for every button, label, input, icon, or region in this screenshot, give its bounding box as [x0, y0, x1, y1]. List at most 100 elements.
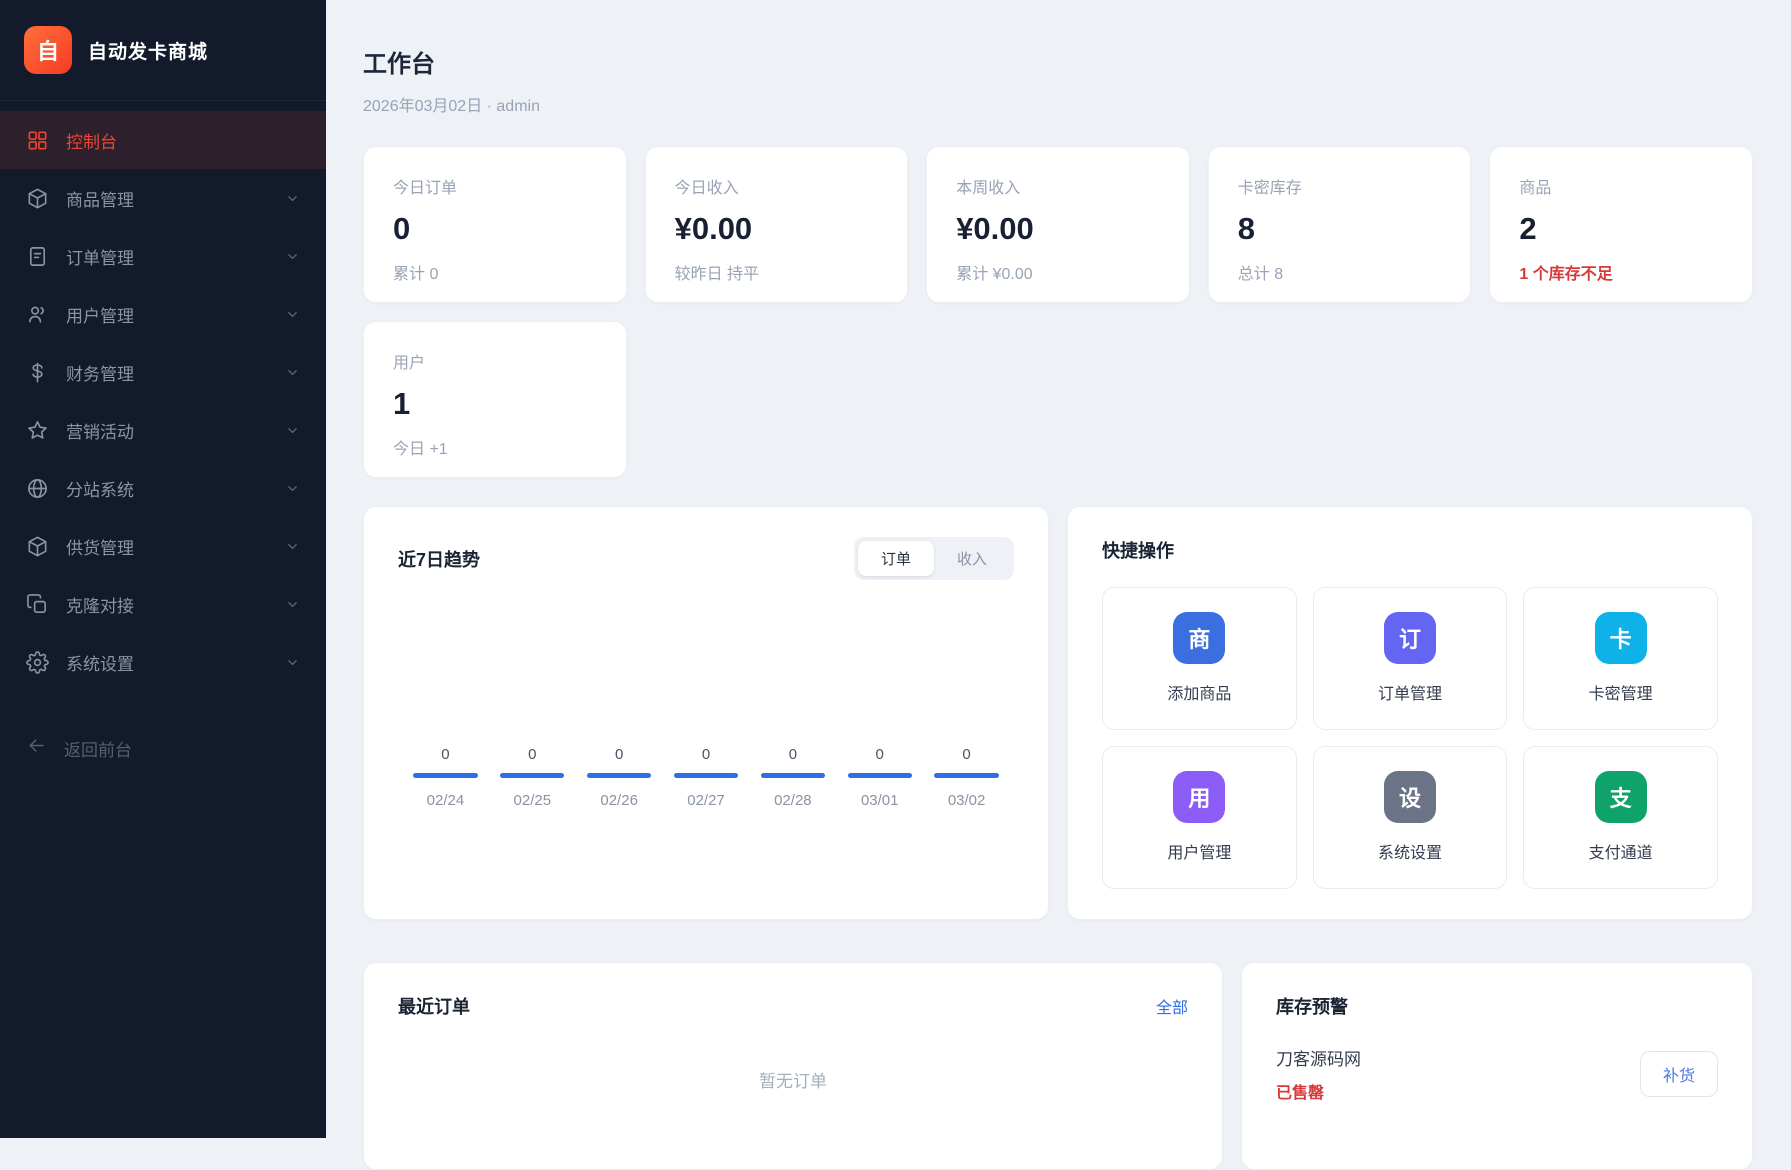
- chart-column: 0 03/02: [923, 746, 1010, 809]
- chart-date-label: 03/02: [948, 792, 986, 809]
- restock-button[interactable]: 补货: [1640, 1051, 1718, 1097]
- chevron-down-icon: [285, 481, 300, 496]
- quick-action-card-management[interactable]: 卡 卡密管理: [1523, 587, 1718, 730]
- stat-value: 8: [1238, 211, 1442, 247]
- dashboard-icon: [26, 129, 49, 152]
- trend-tab-income[interactable]: 收入: [934, 541, 1010, 576]
- sidebar-item-dashboard[interactable]: 控制台: [0, 111, 326, 169]
- payment-icon: 支: [1595, 771, 1647, 823]
- stat-label: 用户: [393, 349, 597, 373]
- chevron-down-icon: [285, 597, 300, 612]
- sidebar-item-subsites[interactable]: 分站系统: [0, 459, 326, 517]
- stat-label: 本周收入: [956, 174, 1160, 198]
- app-logo: 自: [24, 26, 72, 74]
- quick-action-label: 卡密管理: [1524, 680, 1717, 704]
- quick-action-user-management[interactable]: 用 用户管理: [1102, 746, 1297, 889]
- stat-label: 卡密库存: [1238, 174, 1442, 198]
- quick-action-label: 订单管理: [1314, 680, 1507, 704]
- gear-icon: [26, 651, 49, 674]
- stat-sub-low-stock-warning: 1 个库存不足: [1519, 260, 1723, 284]
- main-content: 工作台 2026年03月02日 · admin 今日订单 0 累计 0 今日收入…: [326, 0, 1791, 1138]
- chart-value-label: 0: [789, 746, 797, 763]
- stat-value: 2: [1519, 211, 1723, 247]
- chevron-down-icon: [285, 249, 300, 264]
- app-title: 自动发卡商城: [88, 37, 208, 64]
- chevron-down-icon: [285, 191, 300, 206]
- sidebar-item-label: 商品管理: [66, 186, 134, 211]
- chart-date-label: 02/27: [687, 792, 725, 809]
- chart-column: 0 02/25: [489, 746, 576, 809]
- stat-label: 今日订单: [393, 174, 597, 198]
- trend-panel: 近7日趋势 订单 收入 0 02/24 0 02/25 0: [363, 506, 1049, 920]
- chart-bar: [934, 773, 998, 778]
- sidebar-item-label: 用户管理: [66, 302, 134, 327]
- view-all-link[interactable]: 全部: [1156, 994, 1188, 1018]
- stock-alert-panel: 库存预警 刀客源码网 已售罄 补货: [1241, 962, 1753, 1170]
- stock-alert-item: 刀客源码网 已售罄 补货: [1276, 1045, 1718, 1103]
- sidebar-item-label: 供货管理: [66, 534, 134, 559]
- sidebar-item-label: 分站系统: [66, 476, 134, 501]
- sidebar-item-products[interactable]: 商品管理: [0, 169, 326, 227]
- quick-action-label: 添加商品: [1103, 680, 1296, 704]
- page-title: 工作台: [363, 44, 1753, 79]
- chart-date-label: 02/26: [600, 792, 638, 809]
- document-icon: [26, 245, 49, 268]
- chevron-down-icon: [285, 423, 300, 438]
- sidebar-item-label: 系统设置: [66, 650, 134, 675]
- page-subtitle: 2026年03月02日 · admin: [363, 92, 1753, 116]
- chart-column: 0 02/28: [749, 746, 836, 809]
- sidebar-item-label: 营销活动: [66, 418, 134, 443]
- copy-icon: [26, 593, 49, 616]
- chart-value-label: 0: [702, 746, 710, 763]
- chevron-down-icon: [285, 539, 300, 554]
- star-icon: [26, 419, 49, 442]
- chart-date-label: 02/28: [774, 792, 812, 809]
- empty-orders-text: 暂无订单: [398, 1019, 1188, 1139]
- trend-tab-orders[interactable]: 订单: [858, 541, 934, 576]
- chart-value-label: 0: [962, 746, 970, 763]
- sidebar-item-clone[interactable]: 克隆对接: [0, 575, 326, 633]
- chart-value-label: 0: [441, 746, 449, 763]
- sidebar-item-marketing[interactable]: 营销活动: [0, 401, 326, 459]
- stat-label: 商品: [1519, 174, 1723, 198]
- quick-action-order-management[interactable]: 订 订单管理: [1313, 587, 1508, 730]
- dollar-icon: [26, 361, 49, 384]
- stat-label: 今日收入: [675, 174, 879, 198]
- sidebar-item-users[interactable]: 用户管理: [0, 285, 326, 343]
- stat-sub: 累计 0: [393, 260, 597, 284]
- stat-card-products: 商品 2 1 个库存不足: [1489, 146, 1753, 303]
- quick-action-system-settings[interactable]: 设 系统设置: [1313, 746, 1508, 889]
- quick-actions-grid: 商 添加商品 订 订单管理 卡 卡密管理 用 用户管理 设 系统设置: [1102, 587, 1718, 889]
- chart-value-label: 0: [615, 746, 623, 763]
- quick-actions-panel: 快捷操作 商 添加商品 订 订单管理 卡 卡密管理 用 用户管理: [1067, 506, 1753, 920]
- cube-icon: [26, 535, 49, 558]
- sidebar-item-label: 控制台: [66, 128, 117, 153]
- chevron-down-icon: [285, 655, 300, 670]
- stat-card-today-orders: 今日订单 0 累计 0: [363, 146, 627, 303]
- stat-sub: 较昨日 持平: [675, 260, 879, 284]
- sidebar-back-link[interactable]: 返回前台: [0, 723, 326, 773]
- middle-row: 近7日趋势 订单 收入 0 02/24 0 02/25 0: [363, 506, 1753, 920]
- recent-orders-panel: 最近订单 全部 暂无订单: [363, 962, 1223, 1170]
- chart-date-label: 02/25: [514, 792, 552, 809]
- chevron-down-icon: [285, 307, 300, 322]
- sidebar-item-label: 订单管理: [66, 244, 134, 269]
- quick-action-payment-channel[interactable]: 支 支付通道: [1523, 746, 1718, 889]
- stat-card-card-stock: 卡密库存 8 总计 8: [1208, 146, 1472, 303]
- stat-cards: 今日订单 0 累计 0 今日收入 ¥0.00 较昨日 持平 本周收入 ¥0.00…: [363, 146, 1753, 478]
- user-icon: 用: [1173, 771, 1225, 823]
- sidebar-item-label: 财务管理: [66, 360, 134, 385]
- sidebar-item-finance[interactable]: 财务管理: [0, 343, 326, 401]
- quick-action-label: 用户管理: [1103, 839, 1296, 863]
- sidebar-item-settings[interactable]: 系统设置: [0, 633, 326, 691]
- product-icon: 商: [1173, 612, 1225, 664]
- sidebar-item-orders[interactable]: 订单管理: [0, 227, 326, 285]
- chart-bar: [761, 773, 825, 778]
- chart-bar: [500, 773, 564, 778]
- stat-sub: 累计 ¥0.00: [956, 260, 1160, 284]
- order-icon: 订: [1384, 612, 1436, 664]
- sidebar-item-supply[interactable]: 供货管理: [0, 517, 326, 575]
- stock-alert-title: 库存预警: [1276, 993, 1718, 1019]
- chart-column: 0 03/01: [836, 746, 923, 809]
- quick-action-add-product[interactable]: 商 添加商品: [1102, 587, 1297, 730]
